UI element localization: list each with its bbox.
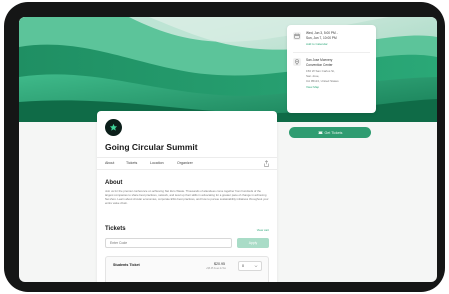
tickets-heading: Tickets	[105, 226, 126, 232]
location-pin-icon	[294, 59, 300, 65]
quantity-select[interactable]: 0	[238, 261, 262, 271]
venue-name-2: Convention Center	[306, 63, 333, 67]
share-icon[interactable]	[263, 160, 270, 167]
recycle-icon	[109, 123, 118, 131]
ticket-row: Students Ticket $20.95 +$5.45 Fees & Tax…	[105, 256, 269, 282]
event-logo	[105, 119, 122, 136]
venue-name-1: San Jose Mcenery	[306, 58, 333, 62]
quantity-value: 0	[242, 264, 244, 268]
address-line-3: CA 95113, United States	[306, 79, 339, 83]
add-to-calendar-link[interactable]: Add to Calendar	[306, 42, 328, 46]
tablet-frame: Going Circular Summit About Tickets Loca…	[4, 2, 445, 292]
apply-button[interactable]: Apply	[237, 238, 269, 248]
event-tabs: About Tickets Location Organizer	[97, 157, 277, 170]
details-divider	[293, 52, 370, 53]
calendar-icon	[294, 33, 300, 39]
get-tickets-button[interactable]: Get Tickets	[289, 127, 371, 138]
chevron-down-icon	[254, 265, 258, 268]
ticket-price: $20.95	[214, 262, 225, 266]
tab-about[interactable]: About	[105, 161, 114, 165]
ticket-fee: +$5.45 Fees & Tax	[206, 267, 226, 270]
tab-tickets[interactable]: Tickets	[126, 161, 137, 165]
date-start: Wed, Jun 3, 5:00 PM -	[306, 31, 338, 35]
calendar-icon-box	[293, 32, 301, 40]
location-icon-box	[293, 58, 301, 66]
tab-organizer[interactable]: Organizer	[177, 161, 193, 165]
event-details-card: Wed, Jun 3, 5:00 PM - Sun, Jun 7, 10:00 …	[287, 25, 376, 113]
date-end: Sun, Jun 7, 10:00 PM	[306, 36, 337, 40]
ticket-icon	[318, 131, 322, 134]
app-screen: Going Circular Summit About Tickets Loca…	[19, 17, 437, 282]
about-description: Join us for the premier conference on ac…	[105, 189, 269, 205]
event-title: Going Circular Summit	[105, 142, 198, 152]
get-tickets-label: Get Tickets	[324, 130, 343, 135]
promo-code-input[interactable]	[105, 238, 232, 248]
address-line-2: San Jose,	[306, 74, 320, 78]
view-map-link[interactable]: View Map	[306, 85, 319, 89]
event-card: Going Circular Summit About Tickets Loca…	[97, 111, 277, 282]
tab-location[interactable]: Location	[150, 161, 164, 165]
ticket-name: Students Ticket	[113, 263, 140, 267]
view-cart-link[interactable]: View cart	[257, 228, 269, 232]
address-line-1: 150 W San Carlos St,	[306, 69, 335, 73]
about-heading: About	[105, 180, 123, 186]
